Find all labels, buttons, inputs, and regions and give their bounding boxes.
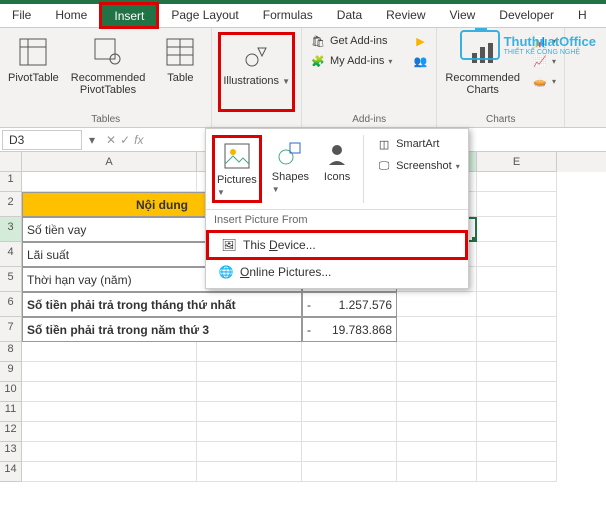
tab-formulas[interactable]: Formulas — [251, 4, 325, 27]
group-illustrations: Illustrations ▼ — [212, 28, 302, 127]
watermark: ThuthuatOffice THIẾT KẾ CÔNG NGHỆ — [460, 30, 596, 60]
screenshot-icon: 🖵 — [376, 158, 392, 174]
online-icon: 🌐 — [218, 264, 234, 280]
tab-file[interactable]: File — [0, 4, 43, 27]
ribbon-tabs: File Home Insert Page Layout Formulas Da… — [0, 4, 606, 28]
table-button[interactable]: Table — [155, 32, 205, 112]
group-addins: 🛍Get Add-ins 🧩My Add-ins ▾ ▶ 👥 Add-ins — [302, 28, 437, 127]
pictures-icon — [221, 140, 253, 172]
shapes-button[interactable]: Shapes▼ — [270, 135, 311, 203]
smartart-button[interactable]: ◫SmartArt — [374, 135, 462, 153]
enter-icon[interactable]: ✓ — [120, 133, 130, 147]
chart-type-3[interactable]: 🥧▾ — [530, 72, 558, 90]
tab-pagelayout[interactable]: Page Layout — [159, 4, 250, 27]
name-box[interactable]: D3 — [2, 130, 82, 150]
icons-button[interactable]: Icons — [319, 135, 355, 203]
illustrations-button[interactable]: Illustrations ▼ — [218, 32, 295, 112]
this-device-item[interactable]: 🖼 This Device... — [206, 230, 468, 260]
row-1[interactable]: 1 — [0, 172, 22, 192]
namebox-dropdown[interactable]: ▾ — [84, 133, 100, 147]
pictures-button[interactable]: Pictures▼ — [212, 135, 262, 203]
col-A[interactable]: A — [22, 152, 197, 172]
tab-h[interactable]: H — [566, 4, 599, 27]
table-icon — [162, 34, 198, 70]
illustrations-dropdown: Pictures▼ Shapes▼ Icons ◫SmartArt 🖵Scree… — [205, 128, 469, 289]
insert-picture-from-label: Insert Picture From — [206, 210, 468, 230]
group-tables: PivotTable Recommended PivotTables Table… — [0, 28, 212, 127]
people-button[interactable]: 👥 — [410, 52, 430, 70]
recommended-pivot-icon — [90, 34, 126, 70]
device-icon: 🖼 — [221, 237, 237, 253]
people-icon: 👥 — [412, 53, 428, 69]
row-3[interactable]: 3 — [0, 217, 22, 242]
my-addins-button[interactable]: 🧩My Add-ins ▾ — [308, 52, 394, 70]
row-2[interactable]: 2 — [0, 192, 22, 217]
row-7[interactable]: 7 — [0, 317, 22, 342]
online-pictures-item[interactable]: 🌐 Online Pictures... — [206, 260, 468, 284]
row-4[interactable]: 4 — [0, 242, 22, 267]
bing-button[interactable]: ▶ — [410, 32, 430, 50]
pivottable-icon — [15, 34, 51, 70]
row-5[interactable]: 5 — [0, 267, 22, 292]
addin-icon: 🧩 — [310, 53, 326, 69]
pivottable-button[interactable]: PivotTable — [6, 32, 61, 112]
illustrations-icon — [239, 37, 275, 73]
icons-icon — [321, 137, 353, 169]
fx-icon[interactable]: fx — [134, 133, 143, 147]
tab-review[interactable]: Review — [374, 4, 437, 27]
col-E[interactable]: E — [477, 152, 557, 172]
bing-icon: ▶ — [412, 33, 428, 49]
tab-home[interactable]: Home — [43, 4, 99, 27]
smartart-icon: ◫ — [376, 136, 392, 152]
watermark-logo — [460, 30, 500, 60]
store-icon: 🛍 — [310, 33, 326, 49]
shapes-icon — [274, 137, 306, 169]
row-6[interactable]: 6 — [0, 292, 22, 317]
get-addins-button[interactable]: 🛍Get Add-ins — [308, 32, 394, 50]
screenshot-button[interactable]: 🖵Screenshot ▾ — [374, 157, 462, 175]
tab-insert[interactable]: Insert — [99, 2, 159, 29]
recommended-pivot-button[interactable]: Recommended PivotTables — [69, 32, 148, 112]
tab-view[interactable]: View — [438, 4, 488, 27]
tab-data[interactable]: Data — [325, 4, 374, 27]
cancel-icon[interactable]: ✕ — [106, 133, 116, 147]
select-all[interactable] — [0, 152, 22, 172]
tab-developer[interactable]: Developer — [487, 4, 566, 27]
